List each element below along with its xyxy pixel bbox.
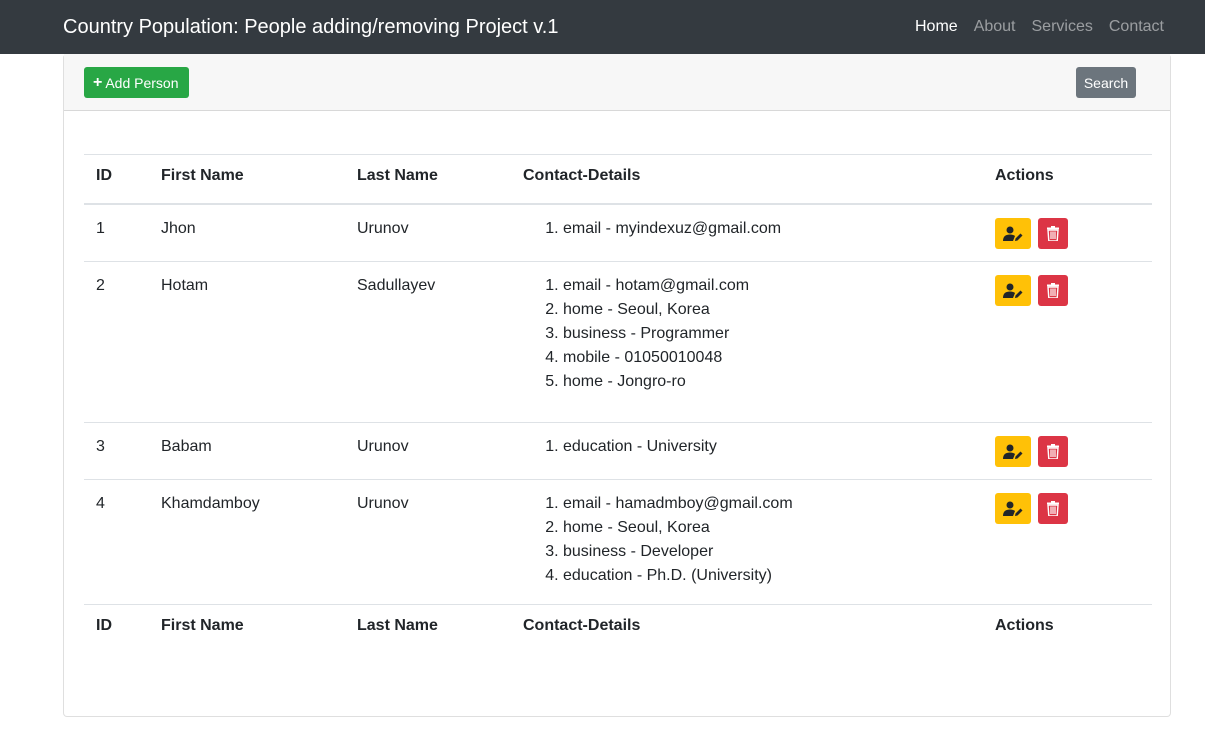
user-edit-icon [1003, 226, 1023, 241]
cell-contact-details: email - hamadmboy@gmail.com home - Seoul… [511, 479, 983, 605]
contact-item: home - Jongro-ro [563, 370, 971, 394]
contact-item: home - Seoul, Korea [563, 298, 971, 322]
contact-item: email - hamadmboy@gmail.com [563, 492, 971, 516]
cell-first-name: Hotam [149, 261, 345, 423]
nav-home[interactable]: Home [915, 16, 958, 38]
cell-first-name: Khamdamboy [149, 479, 345, 605]
people-card: + Add Person Search ID First Name Last N… [63, 54, 1171, 717]
edit-person-button[interactable] [995, 275, 1031, 306]
nav-services[interactable]: Services [1032, 16, 1093, 38]
contact-list: email - hamadmboy@gmail.com home - Seoul… [523, 492, 971, 588]
delete-person-button[interactable] [1038, 493, 1068, 524]
cell-id: 2 [84, 261, 149, 423]
nav-contact[interactable]: Contact [1109, 16, 1164, 38]
trash-icon [1047, 501, 1059, 516]
app-title[interactable]: Country Population: People adding/removi… [63, 14, 558, 40]
contact-item: education - Ph.D. (University) [563, 564, 971, 588]
trash-icon [1047, 226, 1059, 241]
cell-actions [983, 261, 1152, 423]
cell-last-name: Urunov [345, 479, 511, 605]
cell-id: 1 [84, 203, 149, 262]
cell-actions [983, 479, 1152, 605]
cell-last-name: Sadullayev [345, 261, 511, 423]
contact-item: home - Seoul, Korea [563, 516, 971, 540]
table-header-row: ID First Name Last Name Contact-Details … [84, 154, 1152, 205]
contact-item: business - Programmer [563, 322, 971, 346]
cell-first-name: Jhon [149, 203, 345, 262]
trash-icon [1047, 444, 1059, 459]
card-header: + Add Person Search [64, 54, 1170, 111]
contact-item: mobile - 01050010048 [563, 346, 971, 370]
navbar: Country Population: People adding/removi… [0, 0, 1205, 54]
table-row: 3 Babam Urunov education - University [84, 422, 1152, 480]
plus-icon: + [93, 73, 103, 91]
nav-about[interactable]: About [974, 16, 1016, 38]
footer-last-name: Last Name [345, 604, 511, 653]
people-table: ID First Name Last Name Contact-Details … [84, 154, 1152, 653]
footer-contact-details: Contact-Details [511, 604, 983, 653]
contact-list: email - myindexuz@gmail.com [523, 217, 971, 241]
header-last-name: Last Name [345, 154, 511, 205]
contact-item: email - hotam@gmail.com [563, 274, 971, 298]
table-row: 4 Khamdamboy Urunov email - hamadmboy@gm… [84, 479, 1152, 605]
header-first-name: First Name [149, 154, 345, 205]
user-edit-icon [1003, 501, 1023, 516]
contact-list: email - hotam@gmail.com home - Seoul, Ko… [523, 274, 971, 394]
header-actions: Actions [983, 154, 1152, 205]
edit-person-button[interactable] [995, 218, 1031, 249]
cell-id: 4 [84, 479, 149, 605]
footer-actions: Actions [983, 604, 1152, 653]
edit-person-button[interactable] [995, 493, 1031, 524]
cell-contact-details: email - hotam@gmail.com home - Seoul, Ko… [511, 261, 983, 423]
add-person-label: Add Person [105, 74, 179, 91]
contact-item: email - myindexuz@gmail.com [563, 217, 971, 241]
cell-contact-details: email - myindexuz@gmail.com [511, 203, 983, 262]
table-footer-row: ID First Name Last Name Contact-Details … [84, 604, 1152, 653]
edit-person-button[interactable] [995, 436, 1031, 467]
cell-last-name: Urunov [345, 422, 511, 480]
delete-person-button[interactable] [1038, 218, 1068, 249]
contact-item: education - University [563, 435, 971, 459]
user-edit-icon [1003, 444, 1023, 459]
delete-person-button[interactable] [1038, 436, 1068, 467]
footer-first-name: First Name [149, 604, 345, 653]
search-button[interactable]: Search [1076, 67, 1136, 98]
header-id: ID [84, 154, 149, 205]
header-contact-details: Contact-Details [511, 154, 983, 205]
table-row: 2 Hotam Sadullayev email - hotam@gmail.c… [84, 261, 1152, 423]
nav-menu: Home About Services Contact [899, 16, 1164, 38]
add-person-button[interactable]: + Add Person [84, 67, 189, 98]
cell-last-name: Urunov [345, 203, 511, 262]
user-edit-icon [1003, 283, 1023, 298]
cell-id: 3 [84, 422, 149, 480]
trash-icon [1047, 283, 1059, 298]
cell-actions [983, 422, 1152, 480]
contact-list: education - University [523, 435, 971, 459]
cell-actions [983, 203, 1152, 262]
cell-first-name: Babam [149, 422, 345, 480]
footer-id: ID [84, 604, 149, 653]
contact-item: business - Developer [563, 540, 971, 564]
cell-contact-details: education - University [511, 422, 983, 480]
table-row: 1 Jhon Urunov email - myindexuz@gmail.co… [84, 203, 1152, 262]
delete-person-button[interactable] [1038, 275, 1068, 306]
